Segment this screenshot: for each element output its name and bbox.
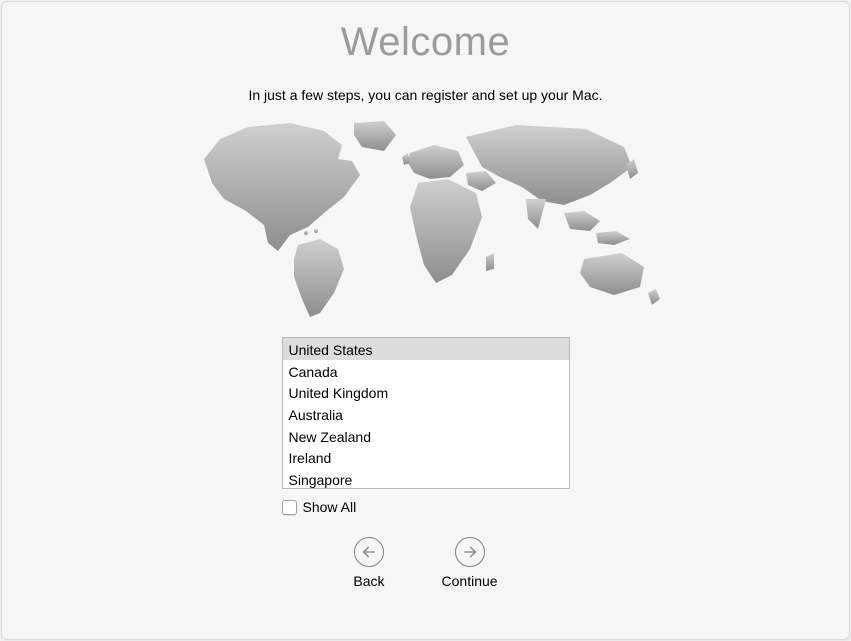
continue-label: Continue <box>442 573 498 589</box>
country-item-australia[interactable]: Australia <box>283 403 569 425</box>
country-item-united-states[interactable]: United States <box>283 338 569 360</box>
continue-button[interactable]: Continue <box>442 537 498 589</box>
show-all-row: Show All <box>282 499 570 515</box>
show-all-label: Show All <box>303 499 357 515</box>
back-label: Back <box>353 573 384 589</box>
back-button[interactable]: Back <box>353 537 384 589</box>
nav-buttons: Back Continue <box>353 537 497 589</box>
country-item-canada[interactable]: Canada <box>283 360 569 382</box>
country-item-ireland[interactable]: Ireland <box>283 446 569 468</box>
country-item-united-kingdom[interactable]: United Kingdom <box>283 381 569 403</box>
country-item-singapore[interactable]: Singapore <box>283 468 569 489</box>
setup-welcome-panel: Welcome In just a few steps, you can reg… <box>1 1 850 640</box>
country-item-new-zealand[interactable]: New Zealand <box>283 425 569 447</box>
show-all-checkbox[interactable] <box>282 500 297 515</box>
page-title: Welcome <box>341 20 510 65</box>
arrow-left-icon <box>354 537 384 567</box>
page-subtitle: In just a few steps, you can register an… <box>248 87 602 103</box>
world-map-icon <box>186 117 666 327</box>
arrow-right-icon <box>455 537 485 567</box>
country-listbox[interactable]: United States Canada United Kingdom Aust… <box>282 337 570 489</box>
